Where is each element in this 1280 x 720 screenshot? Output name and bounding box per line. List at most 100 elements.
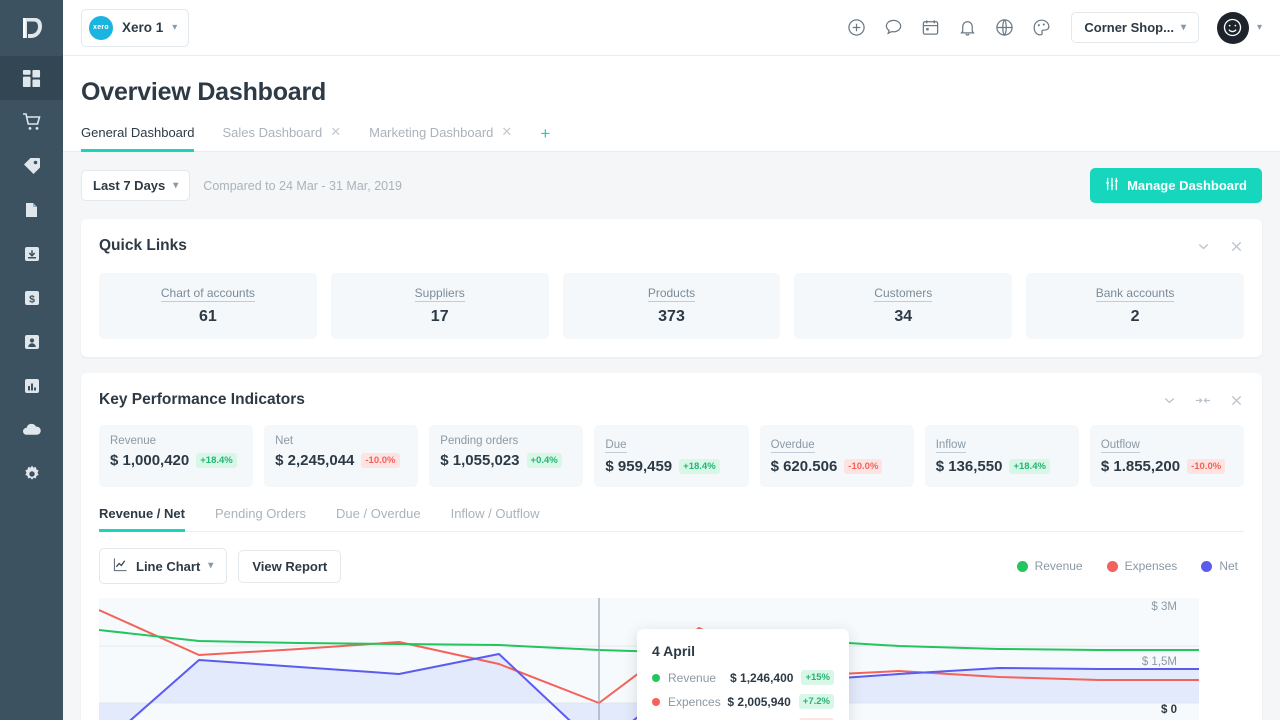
kpi-label: Overdue: [771, 439, 815, 453]
y-tick-1-5m: $ 1,5M: [1142, 656, 1177, 668]
y-tick-3m: $ 3M: [1151, 601, 1177, 613]
manage-dashboard-button[interactable]: Manage Dashboard: [1090, 168, 1262, 203]
quick-link-chart-of-accounts[interactable]: Chart of accounts 61: [99, 273, 317, 339]
chart-toolbar: Line Chart ▾ View Report Revenue: [81, 532, 1262, 584]
contacts-icon: [22, 332, 42, 352]
y-tick-0: $ 0: [1161, 704, 1177, 716]
date-range-label: Last 7 Days: [93, 178, 165, 193]
calendar-icon[interactable]: [921, 18, 940, 37]
kpi-net[interactable]: Net $ 2,245,044 -10.0%: [264, 425, 418, 487]
quick-link-value: 2: [1034, 308, 1236, 326]
kpi-label: Net: [275, 435, 407, 447]
kpi-inflow[interactable]: Inflow $ 136,550 +18.4%: [925, 425, 1079, 487]
flag-icon: [22, 200, 42, 220]
subtab-inflow-outflow[interactable]: Inflow / Outflow: [451, 506, 540, 532]
palette-icon[interactable]: [1032, 18, 1051, 37]
legend-label: Expenses: [1125, 559, 1178, 573]
company-selector[interactable]: Corner Shop... ▾: [1071, 12, 1199, 43]
main-column: xero Xero 1 ▾: [63, 0, 1280, 720]
tab-general-dashboard[interactable]: General Dashboard: [81, 125, 194, 152]
sidebar-item-purchases[interactable]: [0, 188, 63, 232]
kpi-body: $ 136,550 +18.4%: [936, 458, 1068, 475]
chart-plot[interactable]: $ 3M $ 1,5M $ 0 4 April Revenue $ 1,246,…: [99, 598, 1199, 720]
inbox-download-icon: [22, 244, 42, 264]
sidebar-item-dashboard[interactable]: [0, 56, 63, 100]
kpi-label: Pending orders: [440, 435, 572, 447]
dollar-box-icon: $: [22, 288, 42, 308]
kpi-change-badge: -10.0%: [361, 453, 399, 468]
quick-link-products[interactable]: Products 373: [563, 273, 781, 339]
sidebar-item-banking[interactable]: $: [0, 276, 63, 320]
brand-logo[interactable]: [0, 0, 63, 56]
collapse-chevron-icon[interactable]: [1196, 239, 1211, 254]
legend-label: Net: [1219, 559, 1238, 573]
collapse-chevron-icon[interactable]: [1162, 393, 1177, 408]
tooltip-dot: [652, 674, 660, 682]
sidebar-item-sales[interactable]: [0, 100, 63, 144]
subtab-due-overdue[interactable]: Due / Overdue: [336, 506, 421, 532]
kpi-outflow[interactable]: Outflow $ 1.855,200 -10.0%: [1090, 425, 1244, 487]
sidebar-item-products[interactable]: [0, 144, 63, 188]
legend-item-net[interactable]: Net: [1201, 559, 1238, 573]
close-icon[interactable]: [1229, 393, 1244, 408]
chart-type-selector[interactable]: Line Chart ▾: [99, 548, 227, 584]
kpi-due[interactable]: Due $ 959,459 +18.4%: [594, 425, 748, 487]
sidebar-item-settings[interactable]: [0, 452, 63, 496]
close-icon[interactable]: [1229, 239, 1244, 254]
chevron-down-icon: ▾: [1257, 23, 1262, 33]
subtab-revenue-net[interactable]: Revenue / Net: [99, 506, 185, 532]
close-icon[interactable]: ✕: [501, 124, 512, 140]
subtab-pending-orders[interactable]: Pending Orders: [215, 506, 306, 532]
user-menu[interactable]: ▾: [1217, 12, 1262, 44]
plus-circle-icon[interactable]: [847, 18, 866, 37]
kpi-pending-orders[interactable]: Pending orders $ 1,055,023 +0.4%: [429, 425, 583, 487]
org-switcher[interactable]: xero Xero 1 ▾: [81, 9, 189, 47]
legend-item-expenses[interactable]: Expenses: [1107, 559, 1178, 573]
kpi-title: Key Performance Indicators: [99, 391, 305, 409]
quick-link-customers[interactable]: Customers 34: [794, 273, 1012, 339]
quick-link-value: 17: [339, 308, 541, 326]
quick-link-label: Suppliers: [415, 286, 465, 302]
chat-bubble-icon[interactable]: [884, 18, 903, 37]
sidebar-item-reports[interactable]: [0, 364, 63, 408]
collapse-horizontal-icon[interactable]: [1195, 393, 1211, 408]
quick-link-suppliers[interactable]: Suppliers 17: [331, 273, 549, 339]
quick-link-bank-accounts[interactable]: Bank accounts 2: [1026, 273, 1244, 339]
tooltip-change-badge: +7.2%: [799, 694, 834, 709]
company-selector-label: Corner Shop...: [1084, 20, 1174, 35]
globe-icon[interactable]: [995, 18, 1014, 37]
tab-label: General Dashboard: [81, 125, 194, 140]
kpi-overdue[interactable]: Overdue $ 620.506 -10.0%: [760, 425, 914, 487]
quick-link-value: 61: [107, 308, 309, 326]
dashboard-grid-icon: [22, 69, 41, 88]
sidebar-item-inbox[interactable]: [0, 232, 63, 276]
sidebar-item-cloud[interactable]: [0, 408, 63, 452]
view-report-button[interactable]: View Report: [238, 550, 341, 583]
tab-marketing-dashboard[interactable]: Marketing Dashboard ✕: [369, 124, 512, 152]
quick-link-label: Customers: [874, 286, 932, 302]
quick-links-header: Quick Links: [81, 219, 1262, 255]
kpi-value: $ 2,245,044: [275, 452, 354, 469]
sidebar-item-contacts[interactable]: [0, 320, 63, 364]
tooltip-title: 4 April: [652, 643, 834, 659]
compared-to-label: Compared to 24 Mar - 31 Mar, 2019: [203, 179, 402, 193]
settings-gear-icon: [22, 464, 42, 484]
quick-link-label: Products: [648, 286, 695, 302]
legend-dot: [1017, 561, 1028, 572]
bell-icon[interactable]: [958, 18, 977, 37]
kpi-value: $ 620.506: [771, 458, 838, 475]
tab-sales-dashboard[interactable]: Sales Dashboard ✕: [222, 124, 341, 152]
kpi-revenue[interactable]: Revenue $ 1,000,420 +18.4%: [99, 425, 253, 487]
sidebar-items: $: [0, 56, 63, 496]
kpi-value: $ 1,055,023: [440, 452, 519, 469]
topbar: xero Xero 1 ▾: [63, 0, 1280, 56]
quick-links-title: Quick Links: [99, 237, 187, 255]
legend-item-revenue[interactable]: Revenue: [1017, 559, 1083, 573]
quick-links-card: Quick Links Chart of accounts 61: [81, 219, 1262, 357]
shopping-cart-icon: [22, 112, 42, 132]
org-name: Xero 1: [122, 20, 163, 35]
close-icon[interactable]: ✕: [330, 124, 341, 140]
add-tab-button[interactable]: +: [540, 125, 550, 151]
tooltip-row-revenue: Revenue $ 1,246,400 +15%: [652, 670, 834, 685]
date-range-selector[interactable]: Last 7 Days ▾: [81, 170, 190, 201]
